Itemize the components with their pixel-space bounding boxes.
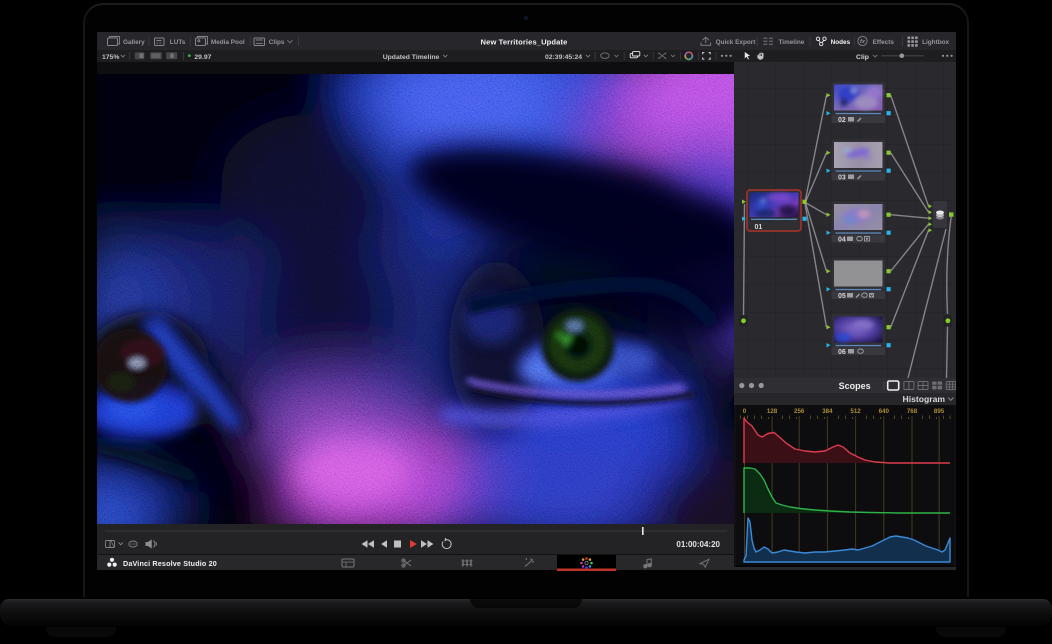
svg-text:01: 01	[755, 224, 763, 231]
svg-text:895: 895	[934, 408, 945, 415]
svg-text:Nodes: Nodes	[831, 39, 851, 46]
svg-text:05: 05	[838, 293, 846, 300]
svg-text:Timeline: Timeline	[779, 39, 805, 46]
svg-text:New Territories_Update: New Territories_Update	[481, 38, 568, 47]
svg-text:Clips: Clips	[269, 39, 285, 46]
svg-text:06: 06	[838, 349, 846, 356]
svg-text:Clip: Clip	[856, 54, 869, 61]
svg-text:768: 768	[907, 408, 918, 415]
svg-text:175%: 175%	[102, 54, 119, 61]
svg-text:Effects: Effects	[873, 39, 895, 46]
svg-text:DaVinci Resolve Studio 20: DaVinci Resolve Studio 20	[123, 559, 217, 568]
svg-text:0: 0	[743, 408, 747, 415]
svg-text:128: 128	[767, 408, 778, 415]
svg-text:Media Pool: Media Pool	[211, 39, 245, 46]
svg-text:fx: fx	[860, 39, 866, 45]
svg-text:01:00:04:20: 01:00:04:20	[676, 540, 720, 549]
svg-text:LUTs: LUTs	[170, 39, 186, 46]
svg-text:Gallery: Gallery	[123, 39, 145, 46]
svg-text:Histogram: Histogram	[903, 394, 946, 404]
svg-text:Updated Timeline: Updated Timeline	[383, 54, 440, 61]
svg-text:03: 03	[838, 175, 846, 182]
svg-text:Lightbox: Lightbox	[922, 39, 949, 46]
svg-text:640: 640	[879, 408, 890, 415]
svg-text:02: 02	[838, 117, 846, 124]
svg-text:Scopes: Scopes	[839, 381, 871, 391]
svg-text:04: 04	[838, 237, 846, 244]
svg-text:256: 256	[794, 408, 805, 415]
svg-text:02:39:45:24: 02:39:45:24	[545, 54, 582, 61]
svg-text:29.97: 29.97	[194, 54, 211, 61]
svg-text:384: 384	[822, 408, 833, 415]
svg-text:Quick Export: Quick Export	[716, 39, 757, 46]
svg-text:512: 512	[850, 408, 861, 415]
